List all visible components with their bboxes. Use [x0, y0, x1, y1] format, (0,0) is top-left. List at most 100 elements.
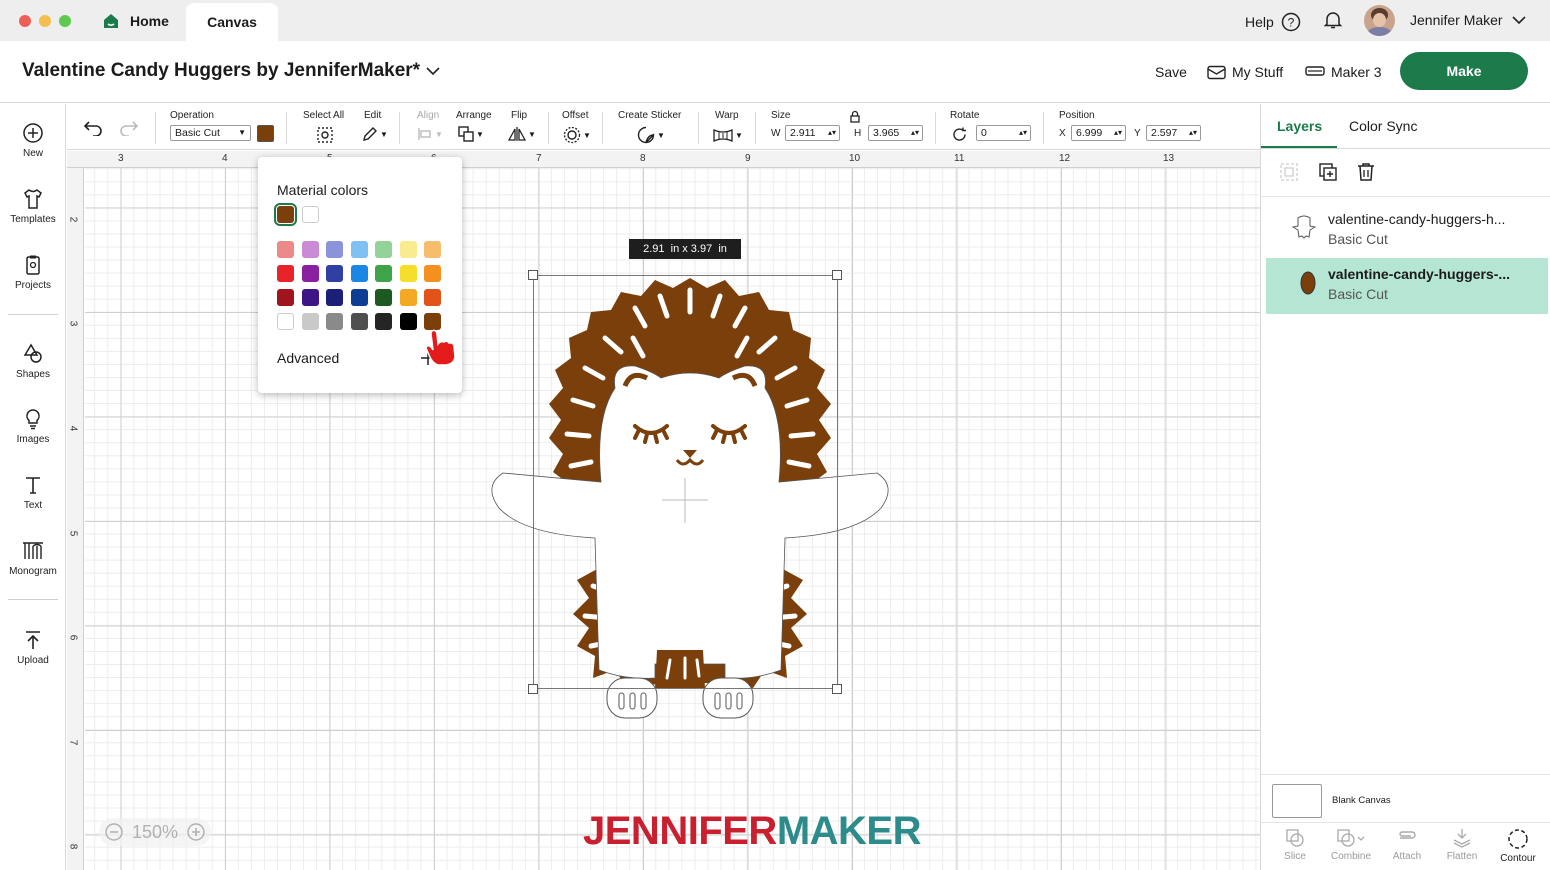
close-window-button[interactable] — [19, 15, 31, 27]
tab-canvas[interactable]: Canvas — [186, 3, 278, 41]
selection-box[interactable] — [533, 275, 838, 689]
warp-menu[interactable]: ▼ — [713, 128, 743, 142]
help-button[interactable]: Help ? — [1245, 12, 1301, 32]
palette-swatch[interactable] — [277, 313, 294, 330]
combine-label: Combine — [1330, 851, 1372, 862]
palette-swatch[interactable] — [399, 241, 417, 258]
ruler-number: 6 — [67, 634, 79, 641]
palette-swatch[interactable] — [375, 313, 392, 330]
palette-swatch[interactable] — [301, 313, 319, 330]
zoom-level: 150% — [131, 821, 179, 842]
palette-swatch[interactable] — [326, 241, 343, 258]
machine-selector[interactable]: Maker 3 — [1305, 64, 1382, 80]
minimize-window-button[interactable] — [39, 15, 51, 27]
sidebar-item-text[interactable]: Text — [0, 474, 66, 511]
create-sticker-menu[interactable]: ▼ — [637, 126, 665, 144]
palette-swatch[interactable] — [277, 241, 294, 258]
attach-button[interactable]: Attach — [1379, 828, 1435, 862]
palette-swatch[interactable] — [277, 289, 294, 306]
avatar[interactable] — [1364, 5, 1395, 36]
project-title-dropdown[interactable]: Valentine Candy Huggers by JenniferMaker… — [22, 60, 440, 82]
current-color-swatch[interactable] — [302, 206, 319, 223]
sidebar-item-shapes[interactable]: Shapes — [0, 343, 66, 380]
palette-swatch[interactable] — [375, 289, 392, 306]
save-button[interactable]: Save — [1155, 64, 1187, 80]
sidebar-label-projects: Projects — [14, 280, 52, 291]
sidebar-item-projects[interactable]: Projects — [0, 254, 66, 291]
palette-swatch[interactable] — [350, 313, 368, 330]
operation-value: Basic Cut — [175, 127, 220, 139]
palette-swatch[interactable] — [350, 265, 368, 282]
palette-swatch[interactable] — [350, 289, 368, 306]
tab-home[interactable]: Home — [102, 0, 169, 41]
zoom-out-icon[interactable] — [104, 822, 124, 842]
my-stuff-button[interactable]: My Stuff — [1207, 64, 1283, 80]
make-button[interactable]: Make — [1400, 52, 1528, 90]
select-all-icon[interactable] — [316, 126, 334, 144]
arrange-menu[interactable]: ▼ — [458, 126, 484, 142]
group-icon[interactable] — [1280, 163, 1298, 181]
pos-y-label: Y — [1134, 128, 1141, 139]
sidebar-item-monogram[interactable]: Monogram — [0, 540, 66, 577]
palette-swatch[interactable] — [399, 265, 417, 282]
lock-icon[interactable] — [849, 110, 861, 123]
duplicate-icon[interactable] — [1318, 162, 1338, 182]
palette-swatch[interactable] — [301, 265, 319, 282]
caret-down-icon: ▼ — [657, 130, 665, 140]
palette-swatch[interactable] — [277, 265, 294, 282]
maximize-window-button[interactable] — [59, 15, 71, 27]
brown-shape-icon — [1300, 271, 1316, 295]
palette-swatch[interactable] — [375, 241, 392, 258]
slice-button[interactable]: Slice — [1267, 828, 1323, 862]
width-input[interactable]: 2.911 ▴▾ — [785, 125, 840, 141]
tab-color-sync[interactable]: Color Sync — [1349, 118, 1417, 134]
sidebar-item-new[interactable]: New — [0, 122, 66, 159]
palette-swatch[interactable] — [301, 289, 319, 306]
resize-handle[interactable] — [528, 684, 538, 694]
pos-x-input[interactable]: 6.999 ▴▾ — [1071, 125, 1126, 141]
flatten-button[interactable]: Flatten — [1434, 828, 1490, 862]
redo-icon[interactable] — [119, 120, 139, 136]
resize-handle[interactable] — [528, 270, 538, 280]
width-label: W — [771, 128, 781, 139]
pos-y-input[interactable]: 2.597 ▴▾ — [1146, 125, 1201, 141]
palette-swatch[interactable] — [301, 241, 319, 258]
blank-canvas-label: Blank Canvas — [1332, 795, 1391, 806]
operation-color-swatch[interactable] — [257, 125, 274, 142]
palette-swatch[interactable] — [399, 289, 417, 306]
operation-select[interactable]: Basic Cut ▼ — [170, 125, 251, 141]
edit-menu[interactable]: ▼ — [362, 126, 388, 142]
palette-swatch[interactable] — [424, 241, 441, 258]
blank-canvas-swatch[interactable] — [1272, 784, 1322, 818]
trash-icon[interactable] — [1357, 162, 1375, 182]
sidebar-item-images[interactable]: Images — [0, 408, 66, 445]
user-menu[interactable]: Jennifer Maker — [1410, 12, 1526, 28]
tab-layers[interactable]: Layers — [1277, 118, 1322, 134]
combine-button[interactable]: Combine — [1323, 828, 1379, 862]
current-color-swatch[interactable] — [274, 203, 297, 226]
undo-icon[interactable] — [83, 120, 103, 136]
flip-menu[interactable]: ▼ — [508, 126, 536, 142]
palette-swatch[interactable] — [326, 289, 343, 306]
height-input[interactable]: 3.965 ▴▾ — [868, 125, 923, 141]
palette-swatch[interactable] — [424, 265, 441, 282]
palette-swatch[interactable] — [424, 289, 441, 306]
bell-icon[interactable] — [1323, 10, 1343, 30]
sidebar-item-templates[interactable]: Templates — [0, 188, 66, 225]
resize-handle[interactable] — [832, 270, 842, 280]
rotate-input[interactable]: 0 ▴▾ — [976, 125, 1031, 141]
resize-handle[interactable] — [832, 684, 842, 694]
align-menu[interactable]: ▼ — [417, 126, 443, 142]
layer-item[interactable]: valentine-candy-huggers-h... Basic Cut — [1266, 203, 1548, 259]
palette-swatch[interactable] — [399, 313, 417, 330]
offset-menu[interactable]: ▼ — [563, 126, 591, 144]
sidebar-item-upload[interactable]: Upload — [0, 629, 66, 666]
palette-swatch[interactable] — [350, 241, 368, 258]
palette-swatch[interactable] — [326, 265, 343, 282]
layer-item-selected[interactable]: valentine-candy-huggers-... Basic Cut — [1266, 258, 1548, 314]
zoom-in-icon[interactable] — [186, 822, 206, 842]
palette-swatch[interactable] — [326, 313, 343, 330]
help-label: Help — [1245, 14, 1274, 30]
palette-swatch[interactable] — [375, 265, 392, 282]
contour-button[interactable]: Contour — [1490, 828, 1546, 864]
